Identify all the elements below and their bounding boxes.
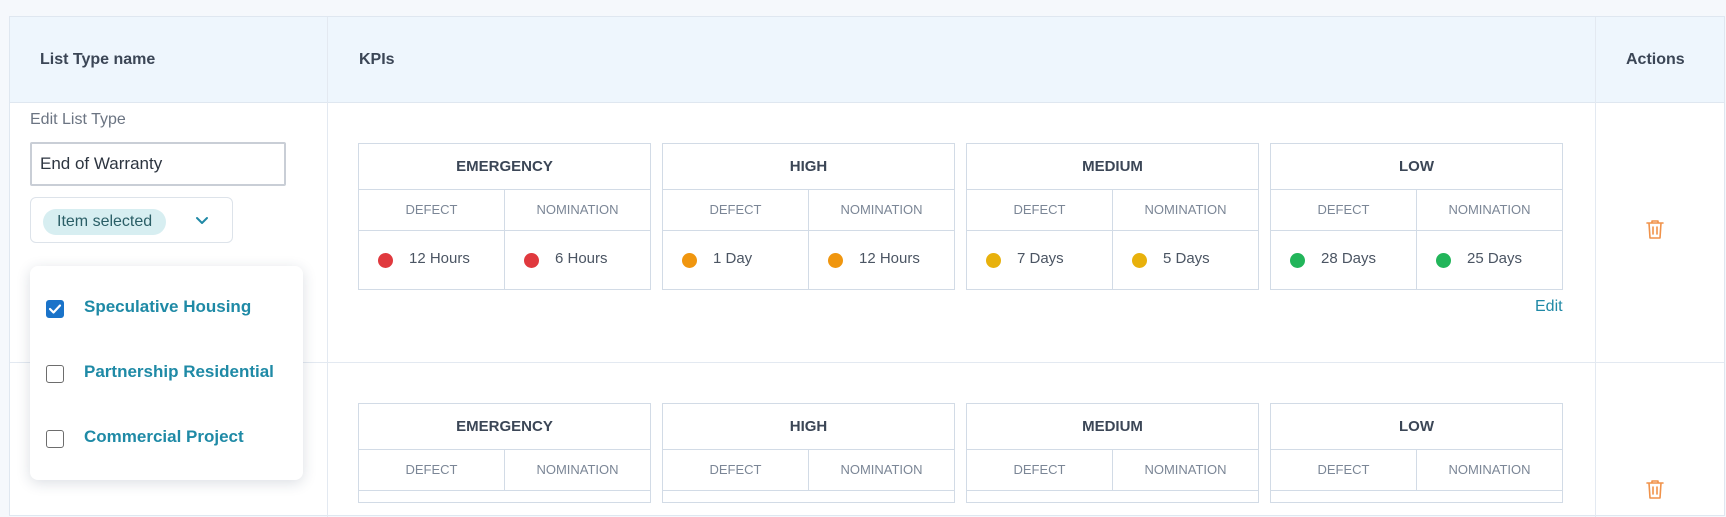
kpi-title: HIGH — [663, 144, 954, 190]
header-actions: Actions — [1626, 51, 1685, 68]
kpi-group-emergency: EMERGENCY DEFECT NOMINATION 12 Hours 6 H… — [358, 143, 651, 290]
kpi-title: LOW — [1271, 404, 1562, 450]
kpi-title: HIGH — [663, 404, 954, 450]
option-label[interactable]: Partnership Residential — [84, 362, 274, 382]
priority-dot — [378, 253, 393, 268]
kpi-sub-nomination: NOMINATION — [536, 462, 619, 477]
kpi-group-high: HIGH DEFECT NOMINATION 1 Day 12 Hours — [662, 143, 955, 290]
kpi-value-cell: 12 Hours — [359, 231, 505, 289]
priority-dot — [1290, 253, 1305, 268]
kpi-sub-defect: DEFECT — [1271, 450, 1417, 490]
kpi-group-low: LOW DEFECT NOMINATION — [1270, 403, 1563, 503]
kpi-sub-nomination: NOMINATION — [840, 462, 923, 477]
kpi-title: MEDIUM — [967, 404, 1258, 450]
kpi-value-cell: 12 Hours — [809, 231, 954, 289]
option-label[interactable]: Speculative Housing — [84, 297, 251, 317]
kpi-sub-defect: DEFECT — [967, 190, 1113, 230]
table-header: List Type name KPIs Actions — [10, 17, 1724, 103]
kpi-sub-defect: DEFECT — [663, 450, 809, 490]
kpi-value: 6 Hours — [555, 250, 608, 267]
kpi-value: 7 Days — [1017, 250, 1064, 267]
kpi-value-cell: 1 Day — [663, 231, 809, 289]
kpi-value-cell: 6 Hours — [505, 231, 650, 289]
kpi-sub-defect: DEFECT — [967, 450, 1113, 490]
column-divider — [1595, 17, 1596, 517]
project-type-dropdown: Speculative Housing Partnership Resident… — [30, 266, 303, 480]
kpi-value: 28 Days — [1321, 250, 1377, 267]
kpi-value: 5 Days — [1163, 250, 1210, 267]
list-type-name-input[interactable] — [30, 142, 286, 186]
kpi-title: MEDIUM — [967, 144, 1258, 190]
column-divider — [327, 17, 328, 517]
kpi-group-medium: MEDIUM DEFECT NOMINATION 7 Days 5 Days — [966, 143, 1259, 290]
kpi-subheader: DEFECT NOMINATION — [359, 190, 650, 231]
kpi-sub-defect: DEFECT — [359, 450, 505, 490]
kpi-sub-nomination: NOMINATION — [840, 202, 923, 217]
kpi-values: 12 Hours 6 Hours — [359, 231, 650, 289]
project-type-select[interactable]: Item selected — [30, 197, 233, 243]
kpi-subheader: DEFECT NOMINATION — [1271, 190, 1562, 231]
priority-dot — [828, 253, 843, 268]
kpi-group-medium: MEDIUM DEFECT NOMINATION — [966, 403, 1259, 503]
kpi-sub-nomination: NOMINATION — [1448, 462, 1531, 477]
header-list-type-name: List Type name — [40, 51, 156, 68]
checkbox-checked[interactable] — [46, 300, 64, 318]
kpi-sub-defect: DEFECT — [359, 190, 505, 230]
priority-dot — [682, 253, 697, 268]
kpi-value: 25 Days — [1467, 250, 1523, 267]
kpi-group-emergency: EMERGENCY DEFECT NOMINATION — [358, 403, 651, 503]
kpi-value: 1 Day — [713, 250, 753, 267]
kpi-sub-nomination: NOMINATION — [536, 202, 619, 217]
checkbox-unchecked[interactable] — [46, 430, 64, 448]
kpi-group-high: HIGH DEFECT NOMINATION — [662, 403, 955, 503]
chevron-down-icon[interactable] — [194, 212, 210, 228]
kpi-sub-defect: DEFECT — [663, 190, 809, 230]
kpi-subheader: DEFECT NOMINATION — [1271, 450, 1562, 491]
edit-kpis-link[interactable]: Edit — [1535, 298, 1563, 316]
header-kpis: KPIs — [359, 51, 395, 68]
kpi-title: EMERGENCY — [359, 144, 650, 190]
kpi-value: 12 Hours — [409, 250, 470, 267]
priority-dot — [1132, 253, 1147, 268]
kpi-subheader: DEFECT NOMINATION — [663, 190, 954, 231]
priority-dot — [986, 253, 1001, 268]
kpi-values: 7 Days 5 Days — [967, 231, 1258, 289]
selected-count-chip: Item selected — [43, 209, 167, 235]
kpi-subheader: DEFECT NOMINATION — [967, 190, 1258, 231]
kpi-value-cell: 28 Days — [1271, 231, 1417, 289]
kpi-value-cell: 25 Days — [1417, 231, 1562, 289]
kpi-subheader: DEFECT NOMINATION — [359, 450, 650, 491]
kpi-sub-defect: DEFECT — [1271, 190, 1417, 230]
kpi-title: LOW — [1271, 144, 1562, 190]
trash-icon[interactable] — [1646, 219, 1664, 239]
kpi-subheader: DEFECT NOMINATION — [663, 450, 954, 491]
kpi-values: 1 Day 12 Hours — [663, 231, 954, 289]
kpi-sub-nomination: NOMINATION — [1144, 202, 1227, 217]
priority-dot — [524, 253, 539, 268]
kpi-values: 28 Days 25 Days — [1271, 231, 1562, 289]
check-icon — [48, 304, 62, 314]
trash-icon[interactable] — [1646, 479, 1664, 499]
kpi-subheader: DEFECT NOMINATION — [967, 450, 1258, 491]
kpi-title: EMERGENCY — [359, 404, 650, 450]
checkbox-unchecked[interactable] — [46, 365, 64, 383]
kpi-sub-nomination: NOMINATION — [1144, 462, 1227, 477]
kpi-value-cell: 5 Days — [1113, 231, 1258, 289]
priority-dot — [1436, 253, 1451, 268]
kpi-group-low: LOW DEFECT NOMINATION 28 Days 25 Days — [1270, 143, 1563, 290]
option-label[interactable]: Commercial Project — [84, 427, 244, 447]
kpi-sub-nomination: NOMINATION — [1448, 202, 1531, 217]
edit-list-type-label: Edit List Type — [30, 111, 126, 128]
kpi-value: 12 Hours — [859, 250, 920, 267]
kpi-value-cell: 7 Days — [967, 231, 1113, 289]
